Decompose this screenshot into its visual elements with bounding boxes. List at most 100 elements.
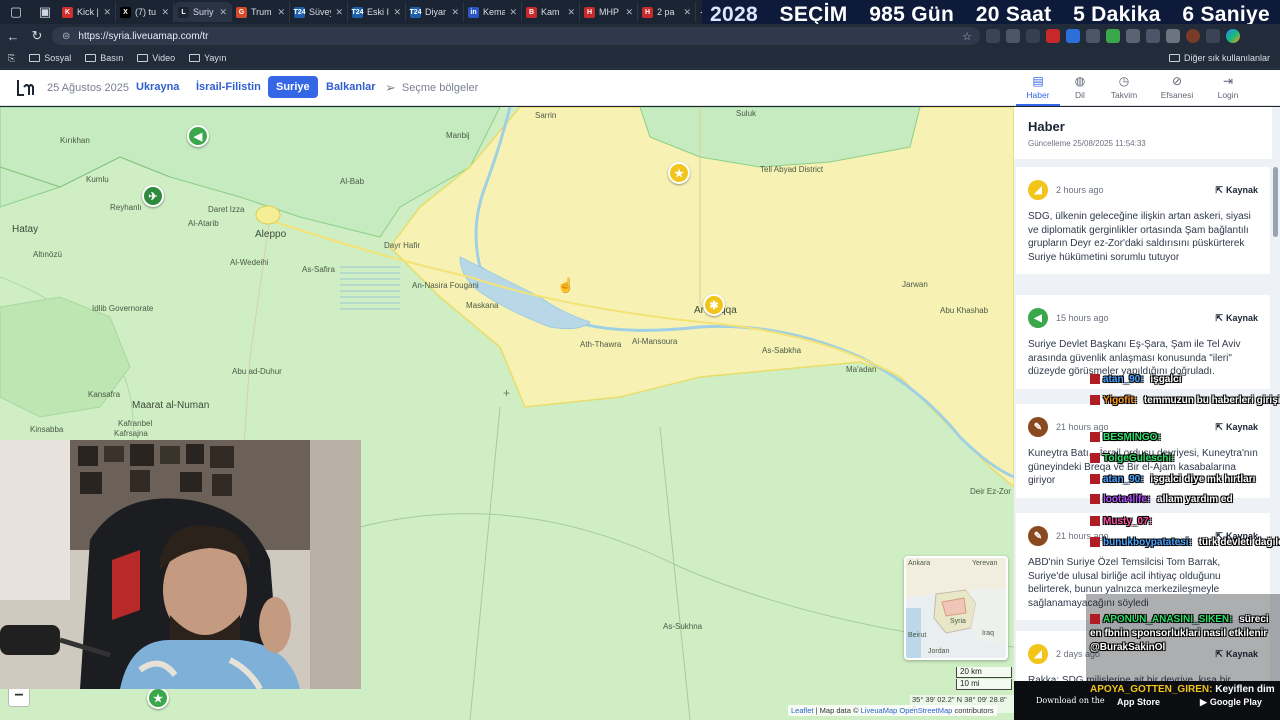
tool-efsanesi[interactable]: ⊘ Efsanesi — [1153, 74, 1201, 100]
browser-tab[interactable]: T24 Eski I ✕ — [348, 2, 406, 22]
bookmark-label: Basın — [100, 53, 124, 63]
browser-tab[interactable]: T24 Diyar ✕ — [406, 2, 464, 22]
browser-tab[interactable]: K Kick | ✕ — [58, 2, 116, 22]
map-marker-event[interactable]: ✱ — [703, 294, 725, 316]
source-link[interactable]: ⇱ Kaynak — [1215, 422, 1258, 433]
site-info-icon[interactable]: ⊜ — [62, 31, 70, 42]
map-label-kansafra: Kansafra — [88, 390, 121, 399]
news-card[interactable]: ◢ 2 hours ago ⇱ Kaynak SDG, ülkenin geleceği… — [1016, 167, 1270, 274]
tab-favicon-icon: T24 — [293, 6, 306, 18]
extension-icon[interactable] — [1066, 29, 1080, 43]
map-label-daret-izza: Daret Izza — [208, 205, 245, 214]
compass-icon: ⊘ — [1171, 74, 1183, 88]
google-play-badge[interactable]: ▶ Google Play — [1200, 695, 1262, 709]
tool-takvim[interactable]: ◷ Takvim — [1100, 74, 1148, 100]
reload-icon[interactable]: ↻ — [26, 25, 48, 47]
attribution-links[interactable]: LiveuaMap OpenStreetMap — [861, 706, 953, 715]
tab-title: 2 pa — [657, 7, 675, 17]
close-icon[interactable]: ✕ — [103, 7, 111, 18]
close-icon[interactable]: ✕ — [393, 7, 401, 18]
chat-message: BESMINGO: — [1090, 432, 1165, 443]
import-icon[interactable]: ⎘ — [8, 53, 15, 64]
overview-minimap[interactable]: Ankara Yerevan Beirut Syria Iraq Jordan — [904, 556, 1008, 660]
bookmarks-bar: ⎘ Sosyal Basın Video Yayın Diğer sık kul… — [0, 48, 1280, 69]
browser-tab[interactable]: G Trum ✕ — [232, 2, 290, 22]
app-store-badge[interactable]: App Store — [1114, 695, 1160, 709]
nav-suriye[interactable]: Suriye — [268, 76, 318, 98]
bookmark-star-icon[interactable]: ☆ — [962, 30, 972, 43]
map-label-ath-thawra: Ath-Thawra — [580, 340, 622, 349]
tool-login[interactable]: ⇥ Login — [1204, 74, 1252, 100]
news-time: 2 hours ago — [1056, 185, 1104, 195]
close-icon[interactable]: ✕ — [683, 7, 691, 18]
close-icon[interactable]: ✕ — [335, 7, 343, 18]
source-link[interactable]: ⇱ Kaynak — [1215, 313, 1258, 324]
url-text: https://syria.liveuamap.com/tr — [78, 30, 209, 42]
close-icon[interactable]: ✕ — [219, 7, 227, 18]
map-label-abu-khashab: Abu Khashab — [940, 306, 989, 315]
bookmark-yayin[interactable]: Yayın — [189, 53, 226, 63]
extension-icon[interactable] — [1006, 29, 1020, 43]
map-marker-green[interactable]: ✈ — [142, 185, 164, 207]
split-screen-icon[interactable] — [1146, 29, 1160, 43]
source-link[interactable]: ⇱ Kaynak — [1215, 185, 1258, 196]
close-icon[interactable]: ✕ — [161, 7, 169, 18]
tool-haber[interactable]: ▤ Haber — [1014, 74, 1062, 106]
chat-badge-icon — [1090, 494, 1100, 505]
extension-icon[interactable] — [1086, 29, 1100, 43]
bookmark-sosyal[interactable]: Sosyal — [29, 53, 71, 63]
close-icon[interactable]: ✕ — [277, 7, 285, 18]
news-time: 15 hours ago — [1056, 313, 1109, 323]
browser-tab[interactable]: B Kam ✕ — [522, 2, 580, 22]
extension-icon[interactable] — [986, 29, 1000, 43]
browser-tab[interactable]: X (7) tu ✕ — [116, 2, 174, 22]
nav-ukrayna[interactable]: Ukrayna — [136, 81, 179, 93]
back-icon[interactable]: ← — [2, 25, 24, 47]
youtube-extension-icon[interactable] — [1046, 29, 1060, 43]
browser-tab[interactable]: H 2 pa ✕ — [638, 2, 696, 22]
close-icon[interactable]: ✕ — [625, 7, 633, 18]
news-category-icon: ◢ — [1028, 180, 1048, 200]
url-field[interactable]: ⊜ https://syria.liveuamap.com/tr ☆ — [52, 27, 980, 45]
extension-icon[interactable] — [1026, 29, 1040, 43]
browser-tab[interactable]: T24Süvey ✕ — [290, 2, 348, 22]
scale-mi: 10 mi — [956, 679, 1012, 690]
news-panel-header: Haber Güncelleme 25/08/2025 11:54:33 — [1014, 107, 1272, 159]
chat-message: bunukboypatatesi: türk devleti dağıldı? — [1090, 537, 1280, 548]
minimap-label-yerevan: Yerevan — [972, 560, 998, 567]
browser-tab[interactable]: in Kema ✕ — [464, 2, 522, 22]
profile-menu-icon[interactable]: ▢ — [6, 2, 26, 22]
map-marker-green[interactable]: ◀ — [187, 125, 209, 147]
close-icon[interactable]: ✕ — [567, 7, 575, 18]
map-marker-green[interactable]: ★ — [147, 687, 169, 709]
nav-balkanlar[interactable]: Balkanlar — [326, 81, 376, 93]
external-link-icon: ⇱ — [1215, 184, 1223, 195]
close-icon[interactable]: ✕ — [509, 7, 517, 18]
extensions-puzzle-icon[interactable] — [1126, 29, 1140, 43]
avatar[interactable] — [1186, 29, 1200, 43]
close-icon[interactable]: ✕ — [451, 7, 459, 18]
chat-username: loota4life: — [1103, 494, 1151, 505]
browser-tab[interactable]: H MHP ✕ — [580, 2, 638, 22]
chat-message: Yigofit: temmuzun bu haberleri girişi be… — [1090, 395, 1280, 406]
attribution-leaflet-link[interactable]: Leaflet — [791, 706, 814, 715]
more-menu-icon[interactable] — [1206, 29, 1220, 43]
copilot-icon[interactable] — [1226, 29, 1240, 43]
favorites-icon[interactable] — [1166, 29, 1180, 43]
other-favorites[interactable]: Diğer sık kullanılanlar — [1168, 53, 1270, 63]
liveuamap-logo[interactable] — [16, 78, 34, 103]
nav-israil-filistin[interactable]: İsrail-Filistin — [196, 81, 261, 93]
extension-icon[interactable] — [1106, 29, 1120, 43]
news-scrollbar[interactable] — [1273, 167, 1278, 237]
tab-overview-icon[interactable]: ▣ — [35, 2, 55, 22]
select-regions-button[interactable]: ➢ Seçme bölgeler — [385, 80, 478, 96]
bookmark-video[interactable]: Video — [137, 53, 175, 63]
map-marker-star[interactable]: ★ — [668, 162, 690, 184]
map-label-as-sabkha: As-Sabkha — [762, 346, 802, 355]
scale-km: 20 km — [956, 667, 1012, 678]
tool-dil[interactable]: ◍ Dil — [1056, 74, 1104, 100]
chat-badge-icon — [1090, 453, 1100, 464]
bookmark-basin[interactable]: Basın — [85, 53, 123, 63]
tool-label: Dil — [1075, 90, 1085, 100]
browser-tab[interactable]: L Suriy ✕ — [174, 2, 232, 22]
